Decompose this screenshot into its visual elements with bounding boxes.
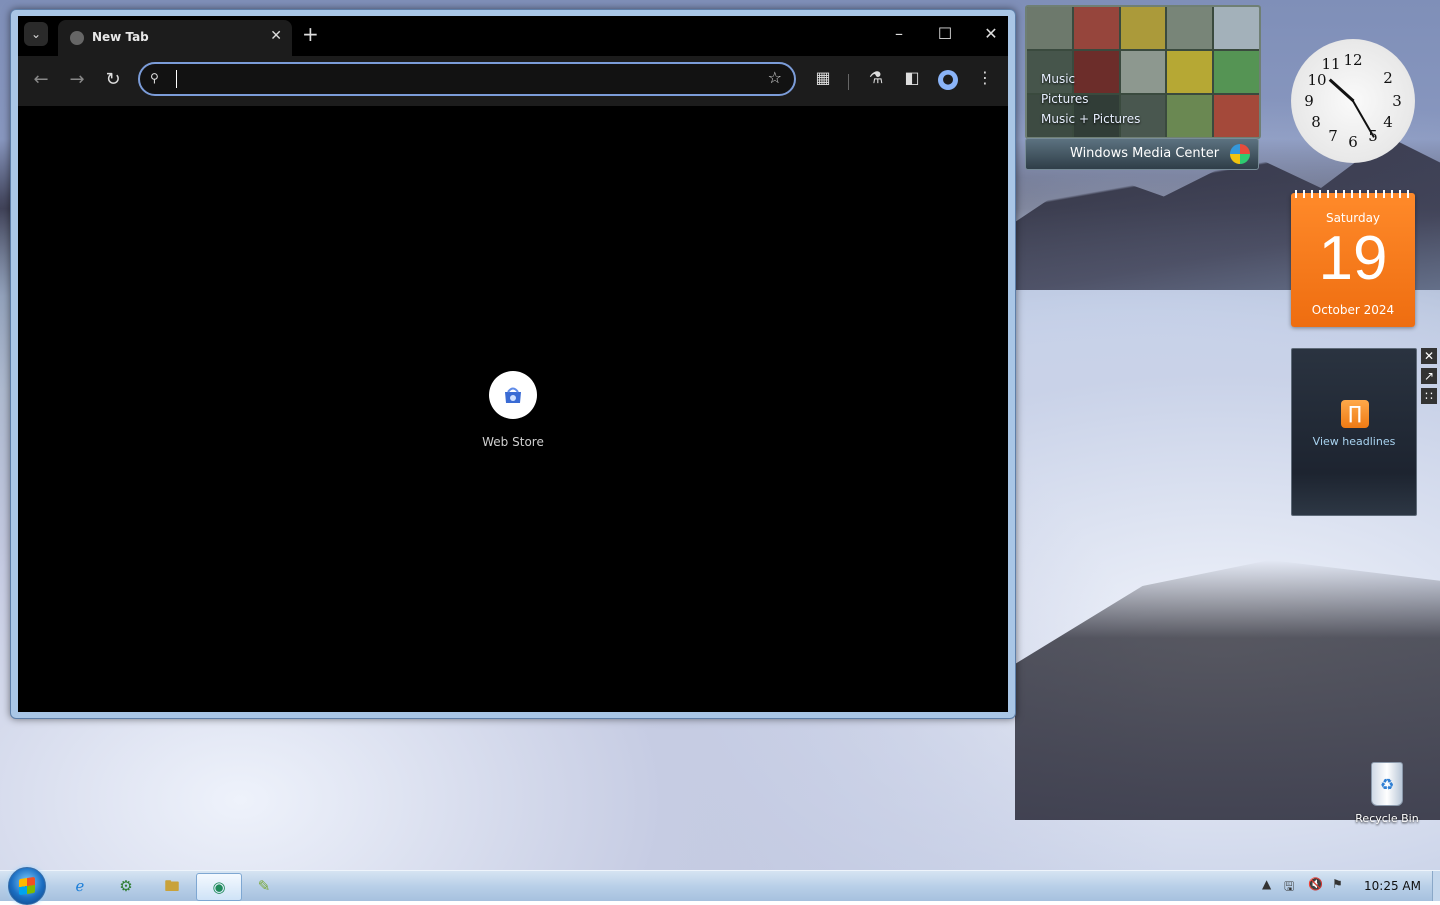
recycle-bin-icon: ♻ [1371,762,1403,806]
volume-muted-icon[interactable]: 🔇 [1308,877,1323,891]
browser-window: ⌄ New Tab ✕ + – ☐ ✕ ← → ↻ ⚲ ☆ ▦ ⚗ ◧ ● ⋮ … [10,9,1016,719]
network-app-icon[interactable]: ⚙ [104,873,148,899]
flask-icon[interactable]: ⚗ [864,68,888,87]
recycle-bin[interactable]: ♻ Recycle Bin [1352,762,1422,825]
tab-search-button[interactable]: ⌄ [24,22,48,46]
rss-icon: ∏ [1341,400,1369,428]
show-desktop-button[interactable] [1432,871,1440,901]
hour-hand [1328,78,1355,103]
taskbar: ℯ ⚙ 🖿 ◉ ✎ ▲ 🖫 🔇 ⚑ 10:25 AM [0,867,1440,905]
recycle-bin-label: Recycle Bin [1355,812,1419,825]
close-icon[interactable]: ✕ [270,28,282,44]
clock-time[interactable]: 10:25 AM [1364,879,1421,893]
shortcut-label: Web Store [482,435,544,449]
clock-number: 7 [1328,127,1338,145]
start-button[interactable] [8,867,46,905]
calendar-day: 19 [1318,224,1388,293]
clock-number: 2 [1383,69,1393,87]
close-window-button[interactable]: ✕ [976,24,1006,43]
calendar-gadget[interactable]: Saturday 19 October 2024 [1291,190,1415,327]
feed-headlines-gadget[interactable]: ∏ View headlines [1291,348,1417,516]
media-center-gadget[interactable]: Music Pictures Music + Pictures [1025,5,1261,139]
clock-number: 9 [1304,92,1314,110]
menu-item-music-pictures[interactable]: Music + Pictures [1041,109,1140,129]
file-explorer-icon[interactable]: 🖿 [150,873,194,899]
network-icon[interactable]: 🖫 [1284,877,1294,898]
maximize-button[interactable]: ☐ [930,24,960,43]
windows-logo-icon [19,876,35,896]
notepad-icon[interactable]: ✎ [242,873,286,899]
menu-item-music[interactable]: Music [1041,69,1140,89]
clock-number: 8 [1311,113,1321,131]
windows-logo-icon [1230,144,1250,164]
menu-item-pictures[interactable]: Pictures [1041,89,1140,109]
browser-frame: ⌄ New Tab ✕ + – ☐ ✕ ← → ↻ ⚲ ☆ ▦ ⚗ ◧ ● ⋮ … [18,16,1008,712]
toolbar-divider [848,74,849,90]
clock-number: 12 [1343,51,1363,69]
internet-explorer-icon[interactable]: ℯ [58,873,102,899]
close-gadget-icon[interactable]: ✕ [1421,348,1437,364]
new-tab-page: Web Store [18,106,1008,712]
view-headlines-link[interactable]: View headlines [1292,435,1416,448]
new-tab-button[interactable]: + [302,22,319,46]
clock-number: 11 [1321,55,1341,73]
search-icon: ⚲ [150,71,159,85]
tab-title: New Tab [92,30,149,44]
side-panel-icon[interactable]: ◧ [900,68,924,87]
forward-arrow-icon[interactable]: → [65,70,89,90]
web-store-icon [489,371,537,419]
tray-expand-icon[interactable]: ▲ [1262,877,1271,891]
globe-icon [70,31,84,45]
drag-gadget-icon[interactable]: ∷ [1421,388,1437,404]
calendar-month-year: October 2024 [1311,303,1395,317]
text-cursor [176,70,177,88]
back-arrow-icon[interactable]: ← [29,70,53,90]
clock-gadget[interactable]: 12 2 3 4 5 6 7 8 9 10 11 [1291,39,1415,163]
media-center-label: Windows Media Center [1070,146,1220,161]
clock-number: 6 [1348,133,1358,151]
omnibox[interactable]: ⚲ ☆ [138,62,796,96]
address-input[interactable] [174,68,758,92]
title-bar: ⌄ New Tab ✕ + – ☐ ✕ [18,16,1008,56]
chrome-taskbar-icon[interactable]: ◉ [196,873,242,901]
profile-icon[interactable]: ● [938,70,958,90]
chevron-down-icon: ⌄ [30,27,42,41]
calendar-rings [1295,190,1411,198]
star-icon[interactable]: ☆ [768,68,782,87]
minimize-button[interactable]: – [884,24,914,43]
action-center-flag-icon[interactable]: ⚑ [1332,877,1343,891]
puzzle-icon[interactable]: ▦ [811,68,835,87]
kebab-menu-icon[interactable]: ⋮ [973,68,997,87]
shortcut-web-store[interactable]: Web Store [473,371,553,449]
toolbar: ← → ↻ ⚲ ☆ ▦ ⚗ ◧ ● ⋮ [18,56,1008,106]
media-center-menu: Music Pictures Music + Pictures [1041,69,1140,129]
clock-number: 10 [1307,71,1327,89]
recycle-symbol-icon: ♻ [1379,775,1395,794]
media-center-launch-bar[interactable]: Windows Media Center [1025,138,1259,170]
clock-number: 3 [1392,92,1402,110]
tab-new-tab[interactable]: New Tab ✕ [58,20,292,56]
size-gadget-icon[interactable]: ↗ [1421,368,1437,384]
reload-icon[interactable]: ↻ [101,70,125,90]
